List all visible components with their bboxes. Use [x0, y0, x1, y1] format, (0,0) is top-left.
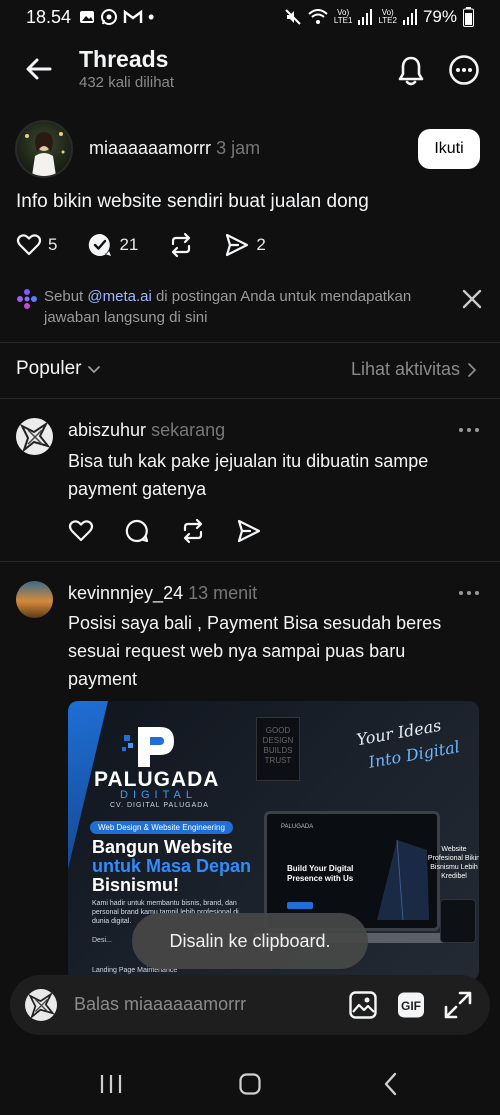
share-button[interactable]: 2: [224, 232, 266, 258]
network-1: Vo) LTE1: [333, 8, 353, 25]
svg-text:GIF: GIF: [401, 999, 421, 1013]
share-count: 2: [256, 235, 266, 254]
repost-icon[interactable]: [180, 518, 206, 544]
reply-actions: [68, 518, 262, 544]
activity-label: Lihat aktivitas: [350, 359, 460, 379]
page-title: Threads: [79, 46, 169, 72]
tip-text: Sebut @meta.ai di postingan Anda untuk m…: [44, 288, 412, 326]
divider: [0, 561, 500, 562]
ad-brand-sub: DIGITAL: [120, 789, 197, 801]
avatar-photo: [19, 421, 51, 453]
gif-icon[interactable]: GIF: [396, 990, 426, 1020]
sparkle-icon: [17, 289, 37, 309]
reply-composer[interactable]: Balas miaaaaaamorrr GIF: [10, 975, 490, 1035]
expand-icon[interactable]: [443, 990, 473, 1020]
view-activity-link[interactable]: Lihat aktivitas: [351, 359, 478, 380]
ad-badge: Website Profesional Bikin Bisnismu Lebih…: [427, 846, 479, 880]
ad-mug: [440, 899, 476, 943]
reply-time: 13 menit: [188, 583, 258, 603]
more-options-icon[interactable]: [458, 426, 480, 434]
ad-headline: Bangun Website: [92, 837, 233, 857]
reply-count: 21: [119, 235, 139, 254]
send-icon[interactable]: [236, 518, 262, 544]
sort-dropdown[interactable]: Populer: [16, 358, 102, 380]
chevron-right-icon: [468, 362, 477, 377]
header: Threads 432 kali dilihat: [0, 40, 500, 102]
like-count: 5: [48, 235, 58, 254]
reply-text: Bisa tuh kak pake jejualan itu dibuatin …: [68, 451, 429, 499]
meta-ai-tip: Sebut @meta.ai di postingan Anda untuk m…: [16, 286, 484, 330]
divider: [0, 398, 500, 399]
post-time: 3 jam: [216, 138, 261, 158]
ad-screen-button: [287, 902, 313, 909]
reply-author[interactable]: abiszuhur sekarang: [68, 420, 225, 441]
gmail-icon: [123, 9, 143, 23]
battery-percent: 79%: [422, 7, 457, 26]
repost-icon: [172, 232, 191, 258]
like-button[interactable]: 5: [16, 232, 57, 258]
back-icon[interactable]: [378, 1071, 404, 1097]
ad-headline: untuk Masa Depan: [92, 856, 252, 876]
chevron-down-icon: [87, 366, 100, 374]
wifi-icon: [308, 9, 328, 24]
system-nav-bar: [0, 1053, 500, 1115]
status-bar: 18.54 • Vo) LTE1 Vo) LTE2 79%: [0, 0, 500, 34]
ad-sign: GOOD DESIGN BUILDS TRUST: [256, 717, 300, 781]
signal-icon: [402, 9, 417, 25]
follow-button[interactable]: Ikuti: [418, 129, 480, 169]
heart-icon: [16, 234, 42, 256]
ad-headline: Bisnismu!: [92, 875, 180, 895]
close-icon[interactable]: [460, 287, 484, 311]
reply-avatar[interactable]: [16, 418, 53, 455]
reply-button[interactable]: 21: [87, 232, 138, 258]
bell-icon[interactable]: [396, 54, 426, 86]
network-2: Vo) LTE2: [378, 8, 397, 25]
post-actions: 5 21 2: [16, 231, 296, 259]
reply-username[interactable]: abiszuhur: [68, 420, 146, 440]
toast: Disalin ke clipboard.: [132, 913, 368, 969]
status-dot: •: [148, 6, 155, 27]
post-username[interactable]: miaaaaaamorrr: [89, 138, 211, 158]
more-options-icon[interactable]: [448, 54, 480, 86]
recent-apps-icon[interactable]: [98, 1071, 124, 1097]
reply-avatar[interactable]: [16, 581, 53, 618]
status-time: 18.54: [26, 6, 72, 27]
reply-input[interactable]: Balas miaaaaaamorrr: [74, 994, 246, 1015]
divider: [0, 342, 500, 343]
sort-label: Populer: [16, 358, 82, 379]
whatsapp-icon: [101, 9, 118, 25]
reply-time: sekarang: [151, 420, 226, 440]
reply-author[interactable]: kevinnnjey_24 13 menit: [68, 583, 257, 604]
ad-screen-logo: PALUGADA: [281, 824, 314, 830]
reply-text: Posisi saya bali , Payment Bisa sesudah …: [68, 613, 442, 689]
heart-icon[interactable]: [68, 518, 94, 544]
ad-company: CV. DIGITAL PALUGADA: [110, 802, 209, 809]
avatar-photo: [28, 991, 56, 1020]
avatar[interactable]: [15, 120, 73, 178]
post-author[interactable]: miaaaaaamorrr 3 jam: [89, 138, 260, 159]
post-text: Info bikin website sendiri buat jualan d…: [16, 191, 369, 212]
more-options-icon[interactable]: [458, 589, 480, 597]
palugada-logo-icon: [122, 727, 174, 767]
view-count: 432 kali dilihat: [79, 74, 175, 91]
mute-icon: [285, 9, 301, 25]
reply-username[interactable]: kevinnnjey_24: [68, 583, 183, 603]
ad-screen-title: Build Your Digital Presence with Us: [287, 864, 354, 883]
signal-icon: [358, 9, 373, 25]
meta-ai-mention[interactable]: @meta.ai: [87, 288, 151, 305]
avatar: [25, 989, 57, 1021]
repost-button[interactable]: [168, 232, 194, 258]
send-icon: [226, 233, 249, 257]
comment-filled-icon: [89, 233, 112, 256]
battery-icon: [463, 7, 474, 27]
ad-pill: Web Design & Website Engineering: [90, 821, 233, 834]
gallery-icon: [80, 11, 95, 23]
home-icon[interactable]: [237, 1071, 263, 1097]
avatar-photo: [25, 132, 65, 176]
image-icon[interactable]: [348, 990, 378, 1020]
comment-icon[interactable]: [124, 518, 150, 544]
back-arrow-icon[interactable]: [24, 54, 54, 84]
ad-service: Desi...: [92, 937, 112, 944]
